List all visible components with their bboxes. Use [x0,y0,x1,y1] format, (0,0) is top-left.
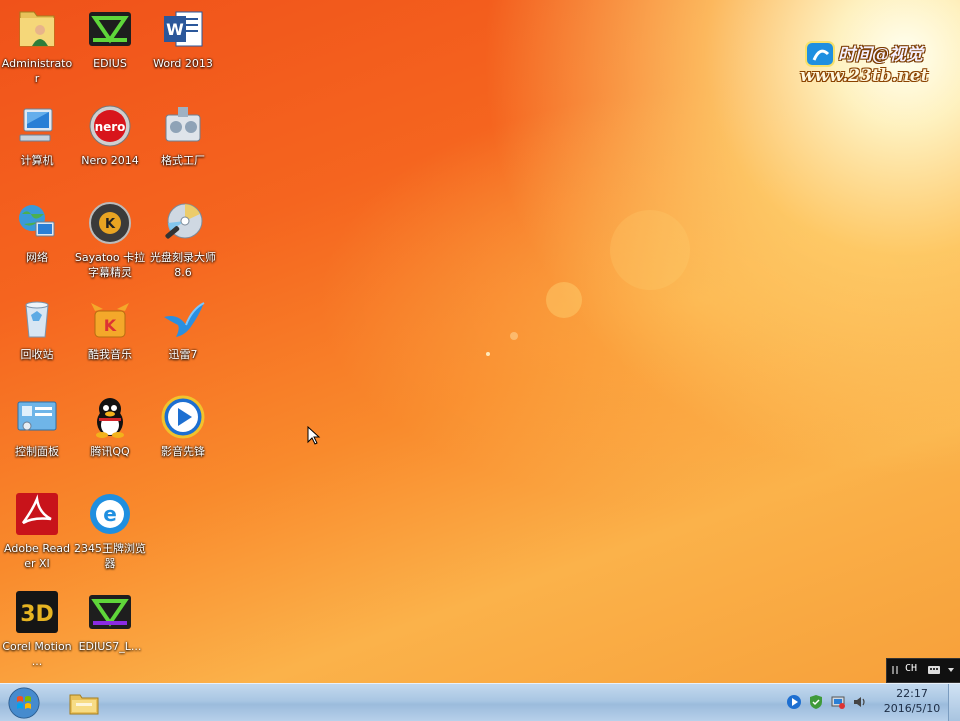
watermark-title: 时间@视觉 [838,45,923,65]
svg-text:K: K [104,316,117,335]
taskbar-pinned-explorer[interactable] [62,685,106,720]
desktop[interactable]: Administrator 计算机 网络 回收站 控制面板 Adobe Read… [0,0,960,683]
desktop-icon-edius7[interactable]: EDIUS7_L... [74,589,146,654]
keyboard-icon[interactable] [927,664,941,676]
show-desktop-button[interactable] [948,684,960,721]
desktop-icon-label: 网络 [26,251,48,264]
watermark-url: www.23tb.net [800,66,929,86]
desktop-icon-sayatoo[interactable]: K Sayatoo 卡拉字幕精灵 [74,200,146,280]
desktop-icon-label: 酷我音乐 [88,348,132,361]
desktop-icon-label: Word 2013 [153,57,213,70]
desktop-icon-label: 格式工厂 [161,154,205,167]
network-icon [19,205,55,237]
control-panel-icon [17,401,57,431]
clock-date: 2016/5/10 [883,702,941,715]
desktop-icon-label: 计算机 [20,154,54,167]
kuwo-music-icon: K [91,303,129,338]
desktop-icon-thunder[interactable]: 迅雷7 [147,297,219,362]
desktop-icon-label: EDIUS [93,57,127,70]
desktop-icon-adobe-reader[interactable]: Adobe Reader XI [1,491,73,571]
media-player-tray-icon[interactable] [786,694,802,710]
system-tray [778,684,878,721]
lens-flare [510,332,518,340]
svg-text:nero: nero [95,120,126,134]
taskbar: 22:17 2016/5/10 [0,683,960,721]
windows-start-icon[interactable] [6,686,42,720]
sayatoo-icon: K [89,202,131,244]
desktop-icon-administrator[interactable]: Administrator [1,6,73,86]
desktop-icon-label: Corel Motion ... [2,640,72,668]
lens-flare [486,352,490,356]
corel-motion-icon: 3D [16,591,58,633]
desktop-icon-recycle-bin[interactable]: 回收站 [1,297,73,362]
user-folder-icon [19,11,55,47]
svg-text:3D: 3D [20,602,54,627]
desktop-icon-network[interactable]: 网络 [1,200,73,265]
lens-flare [546,282,582,318]
security-tray-icon[interactable] [808,694,824,710]
desktop-icon-corel-motion[interactable]: 3D Corel Motion ... [1,589,73,669]
network-tray-icon[interactable] [830,694,846,710]
format-factory-icon [165,107,201,142]
desktop-icon-label: EDIUS7_L... [78,640,142,653]
edius7-icon [89,595,131,629]
taskbar-clock[interactable]: 22:17 2016/5/10 [878,686,946,716]
desktop-icon-label: 控制面板 [15,445,59,458]
language-bar-options-icon[interactable] [945,664,957,676]
browser-2345-icon: e [90,494,130,534]
nero-icon: nero [89,105,131,147]
file-explorer-icon [69,694,99,715]
edius-icon [89,12,131,46]
desktop-icon-edius[interactable]: EDIUS [74,6,146,71]
desktop-icon-label: 迅雷7 [168,348,198,361]
volume-tray-icon[interactable] [852,694,868,710]
desktop-icon-label: 光盘刻录大师8.6 [150,251,216,279]
desktop-icon-nero[interactable]: nero Nero 2014 [74,103,146,168]
disc-burner-icon [165,203,203,239]
svg-text:e: e [103,502,117,526]
desktop-icon-label: Adobe Reader XI [4,542,70,570]
desktop-icon-kuwo[interactable]: K 酷我音乐 [74,297,146,362]
language-bar-handle-icon [892,666,898,674]
desktop-icon-format-factory[interactable]: 格式工厂 [147,103,219,168]
desktop-icon-label: 2345王牌浏览器 [74,542,146,570]
desktop-icon-computer[interactable]: 计算机 [1,103,73,168]
svg-text:W: W [166,20,184,39]
clock-time: 22:17 [896,687,928,700]
computer-icon [19,108,53,142]
mouse-cursor-icon [307,426,321,445]
qq-icon [96,398,124,438]
desktop-icon-2345-browser[interactable]: e 2345王牌浏览器 [74,491,146,571]
recycle-bin-icon [25,301,49,338]
watermark-emblem-icon [805,41,835,67]
word-icon: W [164,11,203,47]
language-bar[interactable]: CH [886,658,960,683]
desktop-icon-label: Administrator [1,57,73,85]
adobe-reader-icon [16,493,58,535]
desktop-icon-control-panel[interactable]: 控制面板 [1,394,73,459]
desktop-icon-qq[interactable]: 腾讯QQ [74,394,146,459]
watermark-logo: 时间@视觉 www.23tb.net [800,38,940,90]
media-player-icon [161,395,205,439]
desktop-icon-word[interactable]: W Word 2013 [147,6,219,71]
language-indicator[interactable]: CH [905,663,917,674]
desktop-icon-label: 腾讯QQ [90,445,130,458]
desktop-icon-label: Nero 2014 [81,154,139,167]
desktop-icon-label: Sayatoo 卡拉字幕精灵 [74,251,146,279]
desktop-icon-label: 回收站 [20,348,54,361]
desktop-icon-disc-burner[interactable]: 光盘刻录大师8.6 [147,200,219,280]
desktop-icon-label: 影音先锋 [161,445,205,458]
lens-flare [610,210,690,290]
thunder-icon [164,302,205,337]
svg-text:K: K [105,217,116,232]
desktop-icon-media-player[interactable]: 影音先锋 [147,394,219,459]
